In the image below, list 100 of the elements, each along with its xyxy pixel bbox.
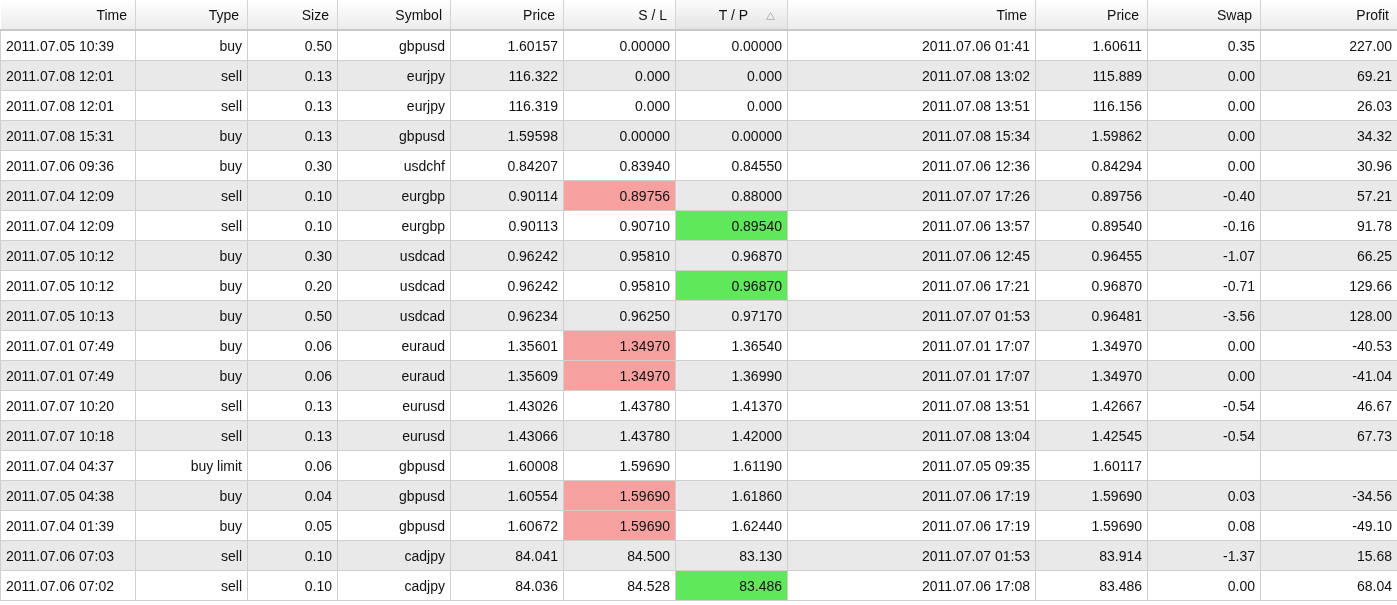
table-cell: 2011.07.08 13:02 — [787, 60, 1036, 91]
table-cell: buy — [135, 240, 248, 271]
table-cell: usdcad — [337, 240, 451, 271]
table-cell: 0.96250 — [563, 300, 676, 331]
table-cell: 0.000 — [563, 90, 676, 121]
table-cell: 0.20 — [247, 270, 338, 301]
table-cell: 1.42000 — [675, 420, 788, 451]
column-header[interactable]: Swap — [1147, 0, 1261, 30]
table-cell: 0.96242 — [450, 270, 564, 301]
table-cell: 0.89540 — [1035, 210, 1148, 241]
table-cell: sell — [135, 570, 248, 601]
table-cell: 0.00 — [1147, 90, 1261, 121]
table-cell: 116.322 — [450, 60, 564, 91]
table-cell: 2011.07.01 17:07 — [787, 360, 1036, 391]
table-cell: 0.05 — [247, 510, 338, 541]
table-cell: 1.61190 — [675, 450, 788, 481]
table-cell: 1.60008 — [450, 450, 564, 481]
table-cell: 128.00 — [1260, 300, 1397, 331]
column-header[interactable]: Size — [247, 0, 338, 30]
table-cell: 2011.07.06 17:21 — [787, 270, 1036, 301]
table-cell: 66.25 — [1260, 240, 1397, 271]
table-cell: 0.00 — [1147, 570, 1261, 601]
table-cell: 2011.07.01 07:49 — [0, 330, 136, 361]
table-cell: euraud — [337, 330, 451, 361]
table-cell: 116.156 — [1035, 90, 1148, 121]
table-cell: 1.59690 — [1035, 480, 1148, 511]
table-cell: buy — [135, 360, 248, 391]
table-cell: 0.89540 — [675, 210, 788, 241]
column-header[interactable]: Time — [787, 0, 1036, 30]
table-cell: 0.00000 — [675, 30, 788, 61]
table-cell: 1.34970 — [1035, 330, 1148, 361]
table-cell: 1.59690 — [1035, 510, 1148, 541]
column-header[interactable]: Price — [1035, 0, 1148, 30]
table-cell: 0.10 — [247, 210, 338, 241]
table-cell: 84.036 — [450, 570, 564, 601]
table-cell: usdchf — [337, 150, 451, 181]
table-cell: 1.34970 — [563, 360, 676, 391]
table-cell: 0.90114 — [450, 180, 564, 211]
table-cell: 1.60157 — [450, 30, 564, 61]
table-cell: 0.00000 — [563, 30, 676, 61]
table-cell: eurgbp — [337, 180, 451, 211]
table-cell: buy — [135, 510, 248, 541]
table-cell: sell — [135, 420, 248, 451]
table-cell: 2011.07.07 10:20 — [0, 390, 136, 421]
table-cell: sell — [135, 390, 248, 421]
table-cell: -1.07 — [1147, 240, 1261, 271]
table-cell: 1.60611 — [1035, 30, 1148, 61]
column-header[interactable]: Symbol — [337, 0, 451, 30]
table-cell: 1.60117 — [1035, 450, 1148, 481]
table-cell: 2011.07.08 12:01 — [0, 60, 136, 91]
table-cell: buy — [135, 150, 248, 181]
table-cell: 1.36990 — [675, 360, 788, 391]
table-cell: 0.83940 — [563, 150, 676, 181]
table-cell: -0.71 — [1147, 270, 1261, 301]
table-cell: 0.90710 — [563, 210, 676, 241]
table-cell: 0.00000 — [675, 120, 788, 151]
table-cell: cadjpy — [337, 540, 451, 571]
column-header[interactable]: Price — [450, 0, 564, 30]
table-cell: 0.95810 — [563, 240, 676, 271]
table-cell: 2011.07.06 17:19 — [787, 510, 1036, 541]
table-cell: eurusd — [337, 420, 451, 451]
table-cell: 2011.07.05 10:12 — [0, 240, 136, 271]
column-header[interactable]: Time — [0, 0, 136, 30]
table-cell: 0.10 — [247, 570, 338, 601]
table-cell: 2011.07.06 17:08 — [787, 570, 1036, 601]
table-cell: 0.00 — [1147, 60, 1261, 91]
column-header[interactable]: Profit — [1260, 0, 1397, 30]
table-cell: 2011.07.04 12:09 — [0, 210, 136, 241]
table-cell: -3.56 — [1147, 300, 1261, 331]
table-cell: 0.00 — [1147, 360, 1261, 391]
table-cell: 2011.07.08 13:04 — [787, 420, 1036, 451]
table-cell: 2011.07.05 10:39 — [0, 30, 136, 61]
table-cell: 115.889 — [1035, 60, 1148, 91]
table-cell: 83.486 — [1035, 570, 1148, 601]
table-cell: 0.88000 — [675, 180, 788, 211]
table-cell: 2011.07.05 04:38 — [0, 480, 136, 511]
table-cell: buy — [135, 480, 248, 511]
table-cell: 67.73 — [1260, 420, 1397, 451]
table-cell: 1.59862 — [1035, 120, 1148, 151]
table-cell: eurgbp — [337, 210, 451, 241]
column-header[interactable]: S / L — [563, 0, 676, 30]
table-cell: 84.041 — [450, 540, 564, 571]
table-cell: usdcad — [337, 300, 451, 331]
table-cell: 2011.07.05 10:12 — [0, 270, 136, 301]
table-cell: 1.60554 — [450, 480, 564, 511]
table-cell: 0.96242 — [450, 240, 564, 271]
table-cell: 2011.07.08 13:51 — [787, 90, 1036, 121]
table-cell: sell — [135, 540, 248, 571]
table-cell: 0.84294 — [1035, 150, 1148, 181]
table-cell: -41.04 — [1260, 360, 1397, 391]
table-cell: 2011.07.06 09:36 — [0, 150, 136, 181]
table-cell: -0.54 — [1147, 420, 1261, 451]
table-cell: 84.500 — [563, 540, 676, 571]
table-cell: 0.84550 — [675, 150, 788, 181]
table-cell: -0.16 — [1147, 210, 1261, 241]
column-header[interactable]: Type — [135, 0, 248, 30]
table-cell: buy — [135, 30, 248, 61]
column-header[interactable]: T / P — [675, 0, 788, 30]
table-cell: 0.06 — [247, 330, 338, 361]
table-cell: 1.35601 — [450, 330, 564, 361]
